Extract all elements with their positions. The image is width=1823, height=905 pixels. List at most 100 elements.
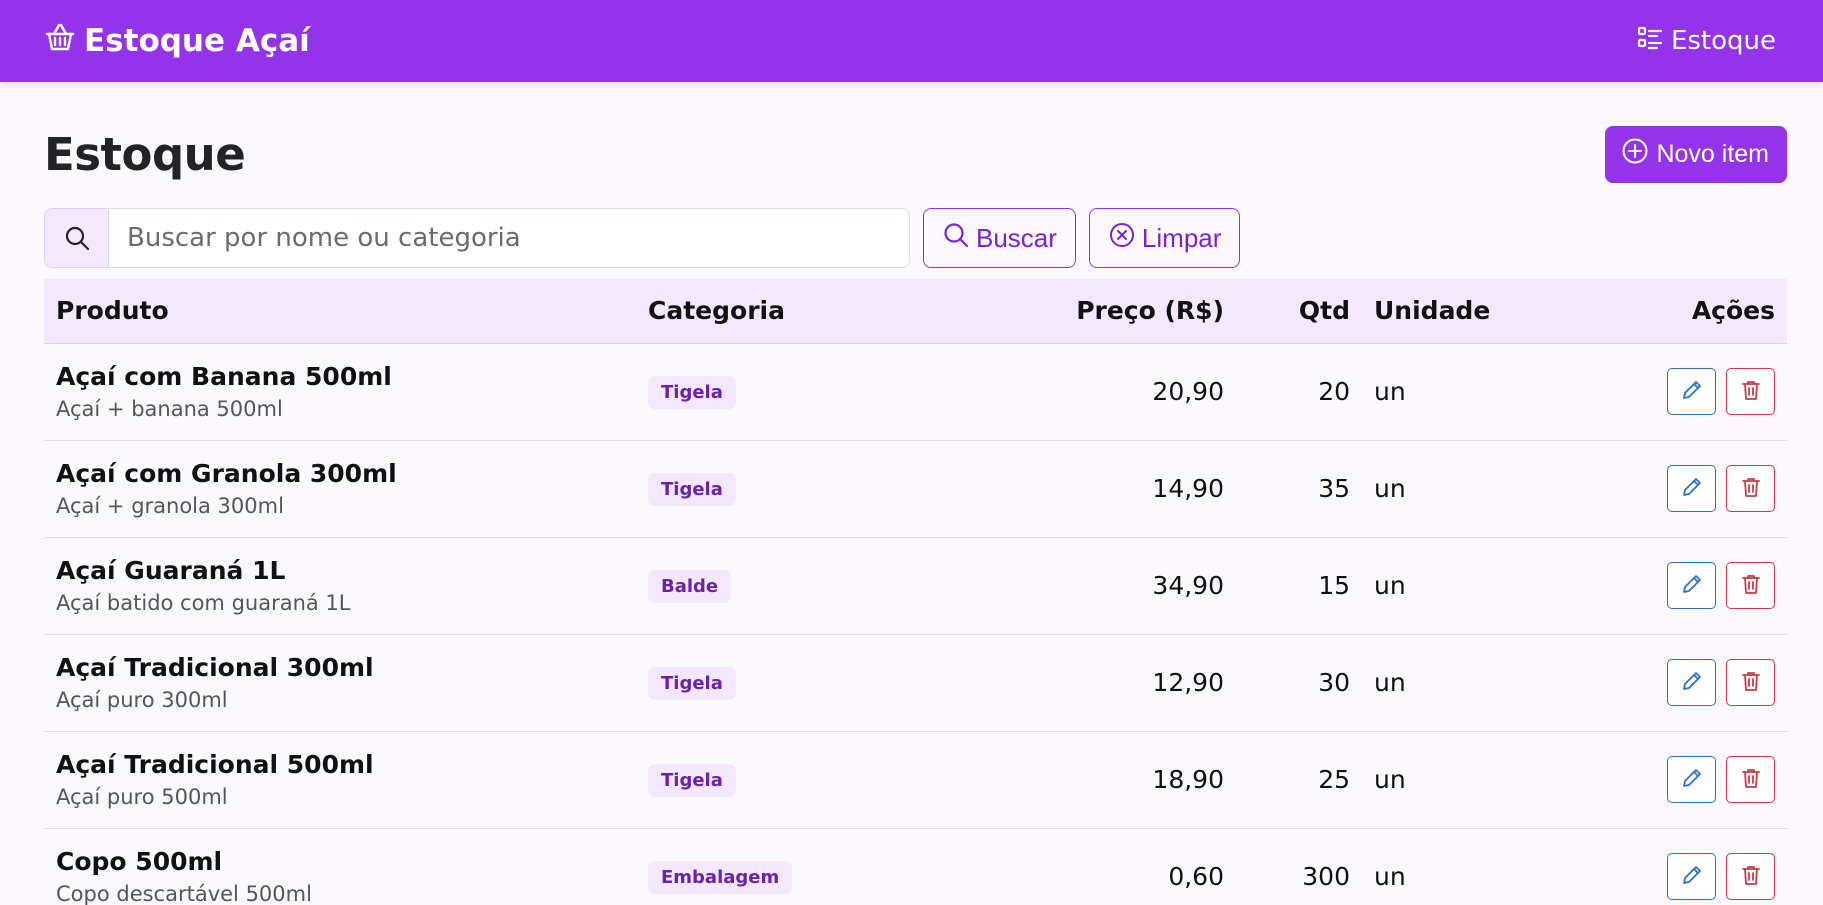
category-badge: Balde — [648, 569, 732, 603]
edit-button[interactable] — [1667, 368, 1716, 415]
product-name: Açaí com Banana 500ml — [56, 362, 392, 391]
delete-button[interactable] — [1726, 465, 1775, 512]
brand-text: Estoque Açaí — [84, 23, 310, 59]
product-cell: Açaí Guaraná 1L Açaí batido com guaraná … — [44, 537, 636, 634]
product-name: Açaí com Granola 300ml — [56, 459, 397, 488]
product-name: Açaí Guaraná 1L — [56, 556, 286, 585]
category-cell: Embalagem — [636, 828, 892, 905]
category-badge: Tigela — [648, 375, 736, 409]
unit-cell: un — [1374, 474, 1406, 503]
qty-cell: 300 — [1302, 862, 1350, 891]
pencil-icon — [1681, 767, 1703, 792]
brand-link[interactable]: Estoque Açaí — [44, 22, 310, 60]
category-cell: Tigela — [636, 731, 892, 828]
product-description: Açaí + granola 300ml — [56, 494, 284, 518]
product-name: Copo 500ml — [56, 847, 223, 876]
trash-icon — [1740, 476, 1762, 501]
row-actions — [1574, 368, 1775, 415]
table-row: Açaí Tradicional 300ml Açaí puro 300ml T… — [44, 634, 1787, 731]
row-actions — [1574, 465, 1775, 512]
edit-button[interactable] — [1667, 562, 1716, 609]
table-row: Açaí Guaraná 1L Açaí batido com guaraná … — [44, 537, 1787, 634]
category-cell: Tigela — [636, 634, 892, 731]
table-row: Açaí com Banana 500ml Açaí + banana 500m… — [44, 343, 1787, 440]
page-header: Estoque Novo item — [44, 82, 1787, 212]
product-description: Açaí + banana 500ml — [56, 397, 283, 421]
row-actions — [1574, 659, 1775, 706]
clear-button-label: Limpar — [1141, 222, 1222, 253]
price-cell: 20,90 — [1152, 377, 1224, 406]
category-badge: Tigela — [648, 666, 736, 700]
product-description: Açaí puro 300ml — [56, 688, 228, 712]
category-cell: Tigela — [636, 343, 892, 440]
search-input[interactable] — [109, 209, 909, 267]
delete-button[interactable] — [1726, 756, 1775, 803]
price-cell: 12,90 — [1152, 668, 1224, 697]
table-header: Produto Categoria Preço (R$) Qtd Unidade… — [44, 279, 1787, 343]
search-button[interactable]: Buscar — [923, 208, 1076, 268]
trash-icon — [1740, 864, 1762, 889]
search-icon — [942, 221, 970, 256]
nav-link-estoque[interactable]: Estoque — [1637, 25, 1776, 58]
actions-cell — [1562, 731, 1787, 828]
edit-button[interactable] — [1667, 853, 1716, 900]
edit-button[interactable] — [1667, 659, 1716, 706]
pencil-icon — [1681, 476, 1703, 501]
page-title: Estoque — [44, 127, 246, 181]
header-category[interactable]: Categoria — [636, 279, 892, 343]
search-icon — [45, 209, 109, 267]
trash-icon — [1740, 670, 1762, 695]
product-cell: Açaí Tradicional 500ml Açaí puro 500ml — [44, 731, 636, 828]
pencil-icon — [1681, 864, 1703, 889]
pencil-icon — [1681, 379, 1703, 404]
delete-button[interactable] — [1726, 368, 1775, 415]
product-cell: Açaí Tradicional 300ml Açaí puro 300ml — [44, 634, 636, 731]
edit-button[interactable] — [1667, 465, 1716, 512]
table-row: Copo 500ml Copo descartável 500ml Embala… — [44, 828, 1787, 905]
header-qty[interactable]: Qtd — [1236, 279, 1362, 343]
table-body: Açaí com Banana 500ml Açaí + banana 500m… — [44, 343, 1787, 905]
category-badge: Embalagem — [648, 860, 793, 894]
header-product[interactable]: Produto — [44, 279, 636, 343]
category-badge: Tigela — [648, 763, 736, 797]
trash-icon — [1740, 573, 1762, 598]
actions-cell — [1562, 537, 1787, 634]
row-actions — [1574, 562, 1775, 609]
clear-button[interactable]: Limpar — [1088, 208, 1241, 268]
trash-icon — [1740, 379, 1762, 404]
product-cell: Açaí com Granola 300ml Açaí + granola 30… — [44, 440, 636, 537]
product-cell: Copo 500ml Copo descartável 500ml — [44, 828, 636, 905]
navbar: Estoque Açaí Estoque — [0, 0, 1823, 82]
qty-cell: 30 — [1318, 668, 1350, 697]
list-check-icon — [1637, 25, 1663, 58]
delete-button[interactable] — [1726, 853, 1775, 900]
row-actions — [1574, 756, 1775, 803]
table-row: Açaí com Granola 300ml Açaí + granola 30… — [44, 440, 1787, 537]
unit-cell: un — [1374, 571, 1406, 600]
product-name: Açaí Tradicional 300ml — [56, 653, 374, 682]
delete-button[interactable] — [1726, 562, 1775, 609]
search-button-label: Buscar — [976, 222, 1057, 253]
new-item-button[interactable]: Novo item — [1605, 125, 1787, 183]
row-actions — [1574, 853, 1775, 900]
header-price[interactable]: Preço (R$) — [892, 279, 1236, 343]
basket-icon — [44, 22, 76, 60]
edit-button[interactable] — [1667, 756, 1716, 803]
header-unit[interactable]: Unidade — [1362, 279, 1562, 343]
search-bar: Buscar Limpar — [44, 208, 1787, 268]
qty-cell: 35 — [1318, 474, 1350, 503]
stock-table: Produto Categoria Preço (R$) Qtd Unidade… — [44, 279, 1787, 905]
product-description: Açaí batido com guaraná 1L — [56, 591, 351, 615]
header-actions: Ações — [1691, 296, 1775, 326]
pencil-icon — [1681, 670, 1703, 695]
trash-icon — [1740, 767, 1762, 792]
delete-button[interactable] — [1726, 659, 1775, 706]
search-group — [44, 208, 910, 268]
nav-link-label: Estoque — [1670, 26, 1776, 56]
unit-cell: un — [1374, 862, 1406, 891]
product-cell: Açaí com Banana 500ml Açaí + banana 500m… — [44, 343, 636, 440]
main-content: Estoque Novo item Buscar por nome ou cat… — [0, 82, 1823, 905]
actions-cell — [1562, 634, 1787, 731]
category-cell: Balde — [636, 537, 892, 634]
unit-cell: un — [1374, 765, 1406, 794]
